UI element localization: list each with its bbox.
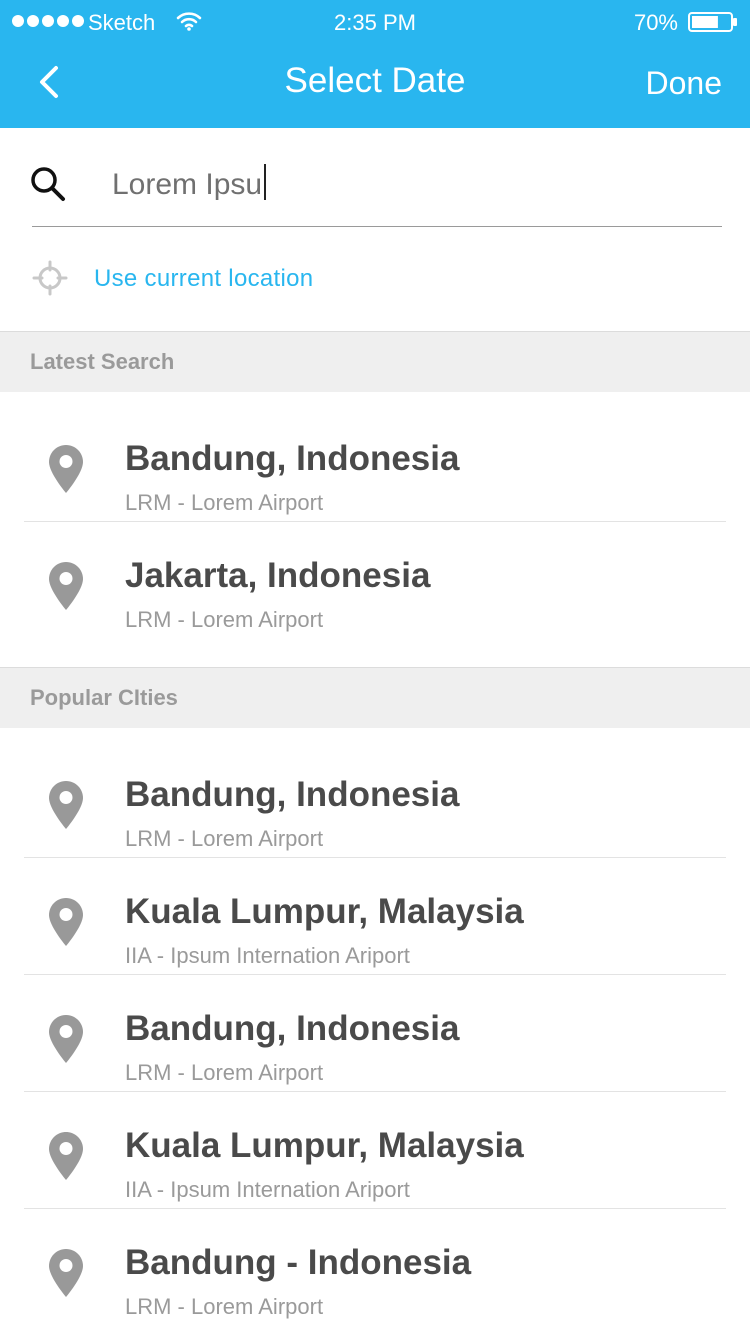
popular-cities-header: Popular CIties [0, 667, 750, 728]
airport-name: LRM - Lorem Airport [125, 826, 324, 851]
latest-search-header: Latest Search [0, 331, 750, 392]
city-name: Bandung - Indonesia [125, 1243, 472, 1282]
status-bar: Sketch 2:35 PM 70% [0, 0, 750, 42]
text-caret [264, 164, 267, 200]
list-item[interactable]: Kuala Lumpur, Malaysia IIA - Ipsum Intern… [0, 857, 750, 974]
search-underline [32, 226, 722, 227]
map-pin-icon [49, 898, 83, 946]
city-name: Bandung, Indonesia [125, 439, 460, 478]
use-current-location-label: Use current location [94, 265, 314, 292]
page-title: Select Date [284, 61, 466, 100]
use-current-location-button[interactable]: Use current location [0, 229, 750, 331]
city-name: Bandung, Indonesia [125, 1009, 460, 1048]
battery-percentage: 70% [633, 10, 678, 35]
city-name: Jakarta, Indonesia [125, 556, 431, 595]
airport-name: LRM - Lorem Airport [125, 1060, 324, 1085]
list-item[interactable]: Bandung, Indonesia LRM - Lorem Airport [0, 404, 750, 521]
done-button[interactable]: Done [646, 62, 723, 104]
list-item[interactable]: Bandung, Indonesia LRM - Lorem Airport [0, 974, 750, 1091]
city-name: Kuala Lumpur, Malaysia [125, 892, 524, 931]
map-pin-icon [49, 1015, 83, 1063]
search-bar: Lorem Ipsu [0, 128, 750, 228]
nav-bar: Select Date Done [0, 42, 750, 128]
section-title: Latest Search [30, 349, 175, 374]
map-pin-icon [49, 1249, 83, 1297]
airport-name: LRM - Lorem Airport [125, 490, 324, 515]
map-pin-icon [49, 562, 83, 610]
city-name: Kuala Lumpur, Malaysia [125, 1126, 524, 1165]
airport-name: LRM - Lorem Airport [125, 1294, 324, 1319]
search-icon [31, 167, 65, 201]
search-input[interactable]: Lorem Ipsu [112, 164, 267, 206]
search-input-value: Lorem Ipsu [112, 168, 263, 201]
section-title: Popular CIties [30, 685, 178, 710]
list-item[interactable]: Bandung - Indonesia LRM - Lorem Airport [0, 1208, 750, 1325]
map-pin-icon [49, 1132, 83, 1180]
crosshair-icon [32, 260, 68, 296]
list-item[interactable]: Bandung, Indonesia LRM - Lorem Airport [0, 740, 750, 857]
app-header: Sketch 2:35 PM 70% Select Date Done [0, 0, 750, 128]
airport-name: LRM - Lorem Airport [125, 607, 324, 632]
battery-icon [688, 12, 737, 32]
city-name: Bandung, Indonesia [125, 775, 460, 814]
map-pin-icon [49, 781, 83, 829]
airport-name: IIA - Ipsum Internation Ariport [125, 943, 410, 968]
map-pin-icon [49, 445, 83, 493]
list-item[interactable]: Jakarta, Indonesia LRM - Lorem Airport [0, 521, 750, 638]
airport-name: IIA - Ipsum Internation Ariport [125, 1177, 410, 1202]
list-item[interactable]: Kuala Lumpur, Malaysia IIA - Ipsum Intern… [0, 1091, 750, 1208]
